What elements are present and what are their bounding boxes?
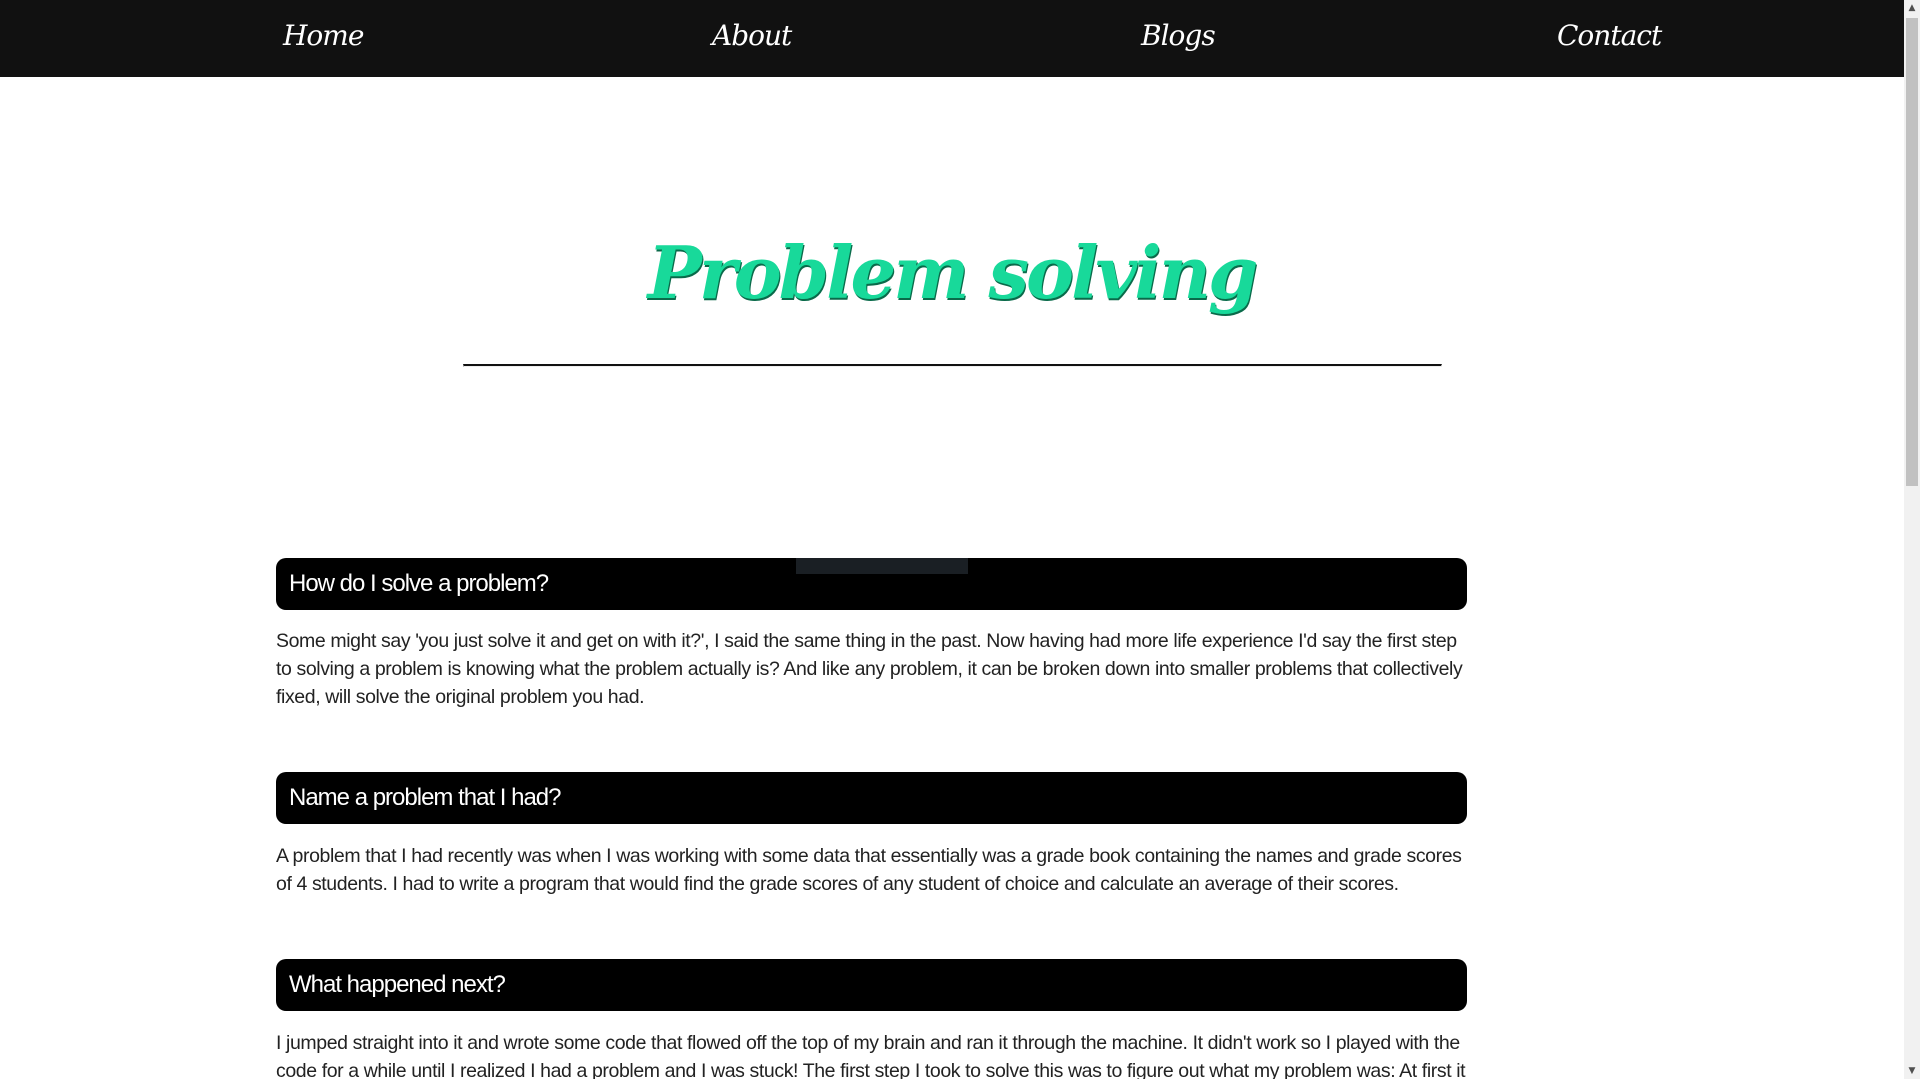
page-title: Problem solving [647, 230, 1259, 315]
section-heading: Name a problem that I had? [289, 784, 562, 811]
title-divider [463, 364, 1442, 367]
decorative-strip [796, 558, 968, 574]
section-heading: What happened next? [289, 971, 506, 998]
scroll-up-arrow-icon[interactable]: ▲ [1904, 0, 1920, 16]
section-paragraph: I jumped straight into it and wrote some… [276, 1032, 1466, 1079]
section-header: Name a problem that I had? [276, 772, 1467, 824]
scrollbar-thumb[interactable] [1906, 18, 1918, 486]
scroll-down-arrow-icon[interactable]: ▼ [1904, 1063, 1920, 1079]
section-header: What happened next? [276, 959, 1467, 1011]
nav-blogs-link[interactable]: Blogs [1141, 14, 1216, 58]
nav-home-link[interactable]: Home [283, 14, 364, 58]
nav-contact-link[interactable]: Contact [1557, 14, 1662, 58]
section-paragraph: A problem that I had recently was when I… [276, 845, 1462, 895]
main-navbar: Home About Blogs Contact [0, 0, 1904, 77]
nav-about-link[interactable]: About [712, 14, 792, 58]
section-paragraph: Some might say 'you just solve it and ge… [276, 630, 1463, 708]
vertical-scrollbar[interactable]: ▲ ▼ [1904, 0, 1920, 1079]
